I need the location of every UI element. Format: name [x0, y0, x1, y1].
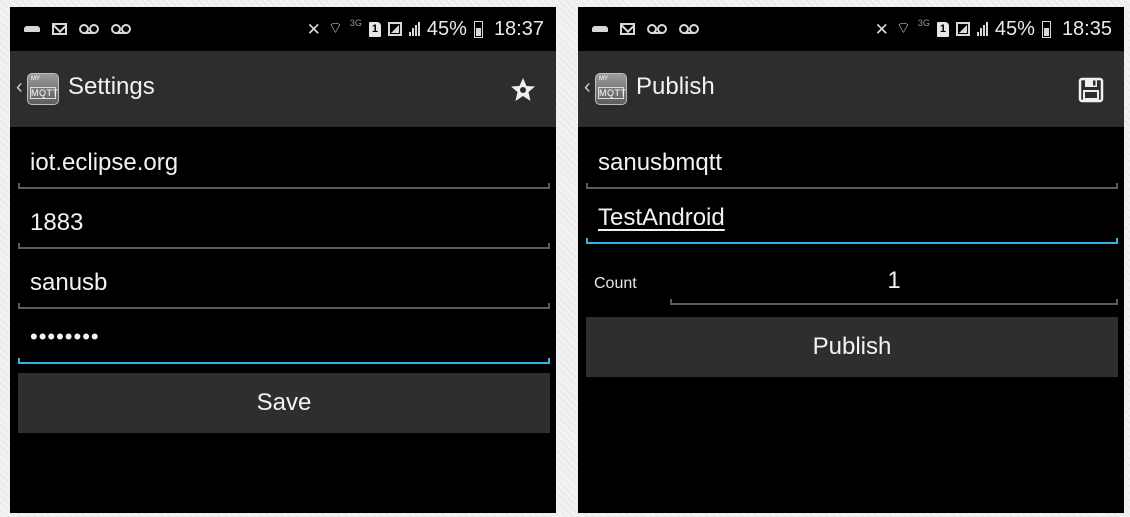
count-label: Count	[594, 275, 637, 292]
back-chevron-icon[interactable]: ‹	[16, 77, 23, 97]
publish-screen: ✕ ⌔ 3G 1 45% 18:35 ‹ MY MQTT Publish san…	[578, 7, 1124, 513]
signal-bars-icon	[408, 22, 420, 36]
gmail-icon	[620, 23, 635, 35]
network-type-label: 3G	[917, 18, 930, 28]
port-field[interactable]: 1883	[18, 195, 550, 249]
mute-icon: ✕	[306, 19, 321, 39]
wifi-icon: ⌔	[895, 20, 911, 37]
host-field[interactable]: iot.eclipse.org	[18, 135, 550, 189]
message-field[interactable]: TestAndroid	[586, 190, 1118, 244]
action-bar: ‹ MY MQTT Settings	[10, 51, 556, 127]
action-bar: ‹ MY MQTT Publish	[578, 51, 1124, 127]
save-icon[interactable]	[1076, 75, 1106, 105]
battery-icon	[1041, 20, 1051, 38]
publish-button[interactable]: Publish	[586, 317, 1118, 377]
page-title: Publish	[636, 73, 715, 100]
battery-percentage: 45%	[426, 17, 467, 40]
signal-icon	[955, 22, 970, 36]
missed-call-icon	[24, 26, 40, 32]
status-bar: ✕ ⌔ 3G 1 45% 18:35	[578, 7, 1124, 51]
wifi-icon: ⌔	[327, 20, 343, 37]
save-button[interactable]: Save	[18, 373, 550, 433]
missed-call-icon	[592, 26, 608, 32]
username-field[interactable]: sanusb	[18, 255, 550, 309]
network-type-label: 3G	[349, 18, 362, 28]
clock: 18:35	[1061, 17, 1112, 40]
signal-icon	[387, 22, 402, 36]
star-settings-icon[interactable]	[508, 75, 538, 105]
gmail-icon	[52, 23, 67, 35]
voicemail-icon	[679, 24, 699, 34]
status-bar: ✕ ⌔ 3G 1 45% 18:37	[10, 7, 556, 51]
sim-icon: 1	[368, 21, 381, 37]
signal-bars-icon	[976, 22, 988, 36]
sim-icon: 1	[936, 21, 949, 37]
settings-screen: ✕ ⌔ 3G 1 45% 18:37 ‹ MY MQTT Settings io…	[10, 7, 556, 513]
mute-icon: ✕	[874, 19, 889, 39]
back-chevron-icon[interactable]: ‹	[584, 77, 591, 97]
app-logo-icon[interactable]: MY MQTT	[595, 73, 627, 105]
voicemail-icon	[111, 24, 131, 34]
clock: 18:37	[493, 17, 544, 40]
password-field[interactable]: ••••••••	[18, 310, 550, 364]
voicemail-icon	[79, 24, 99, 34]
battery-icon	[473, 20, 483, 38]
battery-percentage: 45%	[994, 17, 1035, 40]
count-field[interactable]: 1	[670, 255, 1118, 305]
page-title: Settings	[68, 73, 155, 100]
voicemail-icon	[647, 24, 667, 34]
topic-field[interactable]: sanusbmqtt	[586, 135, 1118, 189]
app-logo-icon[interactable]: MY MQTT	[27, 73, 59, 105]
